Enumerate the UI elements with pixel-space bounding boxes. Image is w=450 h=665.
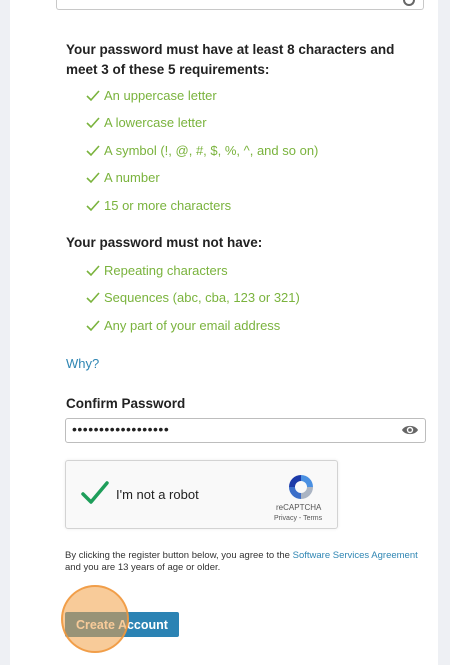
requirement-label: An uppercase letter	[104, 88, 217, 103]
recaptcha-brand: reCAPTCHA	[276, 503, 322, 512]
requirement-label: A lowercase letter	[104, 115, 207, 131]
confirm-password-value: ••••••••••••••••••	[72, 421, 170, 437]
agreement-prefix: By clicking the register button below, y…	[65, 550, 293, 561]
prohibition-label: Any part of your email address	[104, 317, 281, 333]
confirm-password-label: Confirm Password	[66, 396, 186, 411]
checkmark-icon	[86, 117, 100, 129]
recaptcha-privacy-link[interactable]: Privacy	[274, 515, 297, 522]
create-account-button[interactable]: Create Account	[65, 612, 179, 637]
why-link[interactable]: Why?	[66, 356, 99, 371]
requirement-item: An uppercase letter	[86, 86, 318, 113]
requirement-label: 15 or more characters	[104, 197, 232, 213]
recaptcha-label: I'm not a robot	[116, 487, 199, 502]
checkmark-icon	[86, 200, 100, 211]
prohibition-item: Repeating characters	[86, 261, 300, 288]
checkmark-icon	[86, 320, 100, 331]
show-password-icon[interactable]	[401, 423, 419, 437]
prohibition-item: Any part of your email address	[86, 316, 300, 343]
prohibition-item: Sequences (abc, cba, 123 or 321)	[86, 288, 300, 315]
software-services-agreement-link[interactable]: Software Services Agreement	[293, 550, 418, 561]
registration-card: Your password must have at least 8 chara…	[10, 0, 438, 665]
agreement-suffix: and you are 13 years of age or older.	[65, 562, 221, 573]
requirements-heading: Your password must have at least 8 chara…	[66, 42, 395, 77]
agreement-text: By clicking the register button below, y…	[65, 550, 425, 574]
requirement-item: A number	[86, 168, 318, 195]
prohibitions-heading: Your password must not have:	[66, 235, 263, 250]
requirements-list: An uppercase letter A lowercase letter A…	[86, 86, 318, 223]
prohibition-label: Sequences (abc, cba, 123 or 321)	[104, 290, 300, 306]
recaptcha-checkmark-icon[interactable]	[80, 479, 110, 507]
requirement-item: A lowercase letter	[86, 113, 318, 140]
requirement-item: 15 or more characters	[86, 196, 318, 223]
recaptcha-logo-icon	[289, 475, 313, 499]
checkmark-icon	[86, 90, 100, 102]
checkmark-icon	[86, 265, 100, 277]
recaptcha-widget: I'm not a robot reCAPTCHA Privacy - Term…	[65, 460, 338, 529]
prohibition-label: Repeating characters	[104, 263, 228, 278]
password-field-partial[interactable]	[56, 0, 424, 10]
checkmark-icon	[86, 292, 100, 304]
checkmark-icon	[86, 145, 100, 156]
recaptcha-terms-link[interactable]: Terms	[303, 515, 322, 522]
prohibitions-list: Repeating characters Sequences (abc, cba…	[86, 261, 300, 343]
confirm-password-field[interactable]: ••••••••••••••••••	[65, 418, 426, 443]
requirement-item: A symbol (!, @, #, $, %, ^, and so on)	[86, 141, 318, 168]
requirement-label: A symbol (!, @, #, $, %, ^, and so on)	[104, 142, 319, 158]
requirement-label: A number	[104, 170, 160, 186]
show-password-icon[interactable]	[403, 0, 415, 6]
checkmark-icon	[86, 172, 100, 184]
recaptcha-links: Privacy - Terms	[274, 515, 322, 522]
